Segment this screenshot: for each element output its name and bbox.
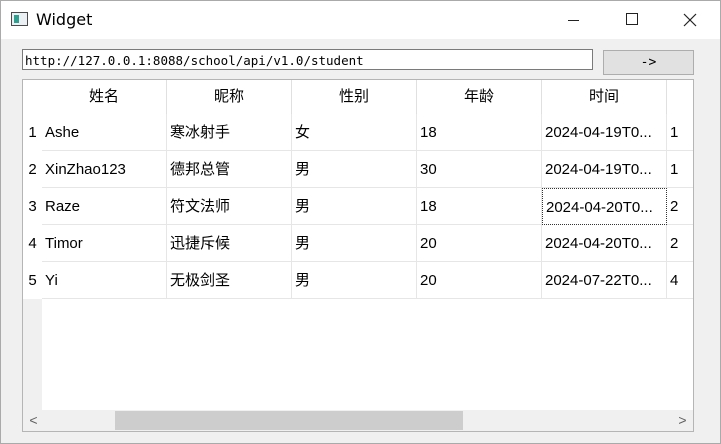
table-cell[interactable]: 2024-04-19T0... xyxy=(542,151,667,188)
table-cell[interactable]: 2024-04-20T0... xyxy=(542,225,667,262)
row-header[interactable]: 2 xyxy=(23,151,42,188)
column-header[interactable]: 性别 xyxy=(292,80,417,114)
table-cell[interactable]: 男 xyxy=(292,151,417,188)
table-cell[interactable]: 寒冰射手 xyxy=(167,114,292,151)
table-cell[interactable]: Raze xyxy=(42,188,167,225)
table-cell[interactable]: 符文法师 xyxy=(167,188,292,225)
table-cell[interactable]: 2 xyxy=(667,188,693,225)
table-cell[interactable]: 4 xyxy=(667,262,693,299)
scrollbar-thumb[interactable] xyxy=(115,411,463,430)
table-corner-button[interactable] xyxy=(23,80,42,114)
row-header[interactable]: 5 xyxy=(23,262,42,299)
horizontal-scrollbar[interactable]: < > xyxy=(23,410,693,431)
title-bar[interactable]: Widget xyxy=(1,1,720,39)
table-cell[interactable]: 无极剑圣 xyxy=(167,262,292,299)
window-title: Widget xyxy=(36,10,93,29)
column-header[interactable]: 年龄 xyxy=(417,80,542,114)
app-window: Widget -> 姓名昵称性别年龄时间 1Ashe寒冰射手女182024-04… xyxy=(0,0,721,444)
scroll-left-icon[interactable]: < xyxy=(23,410,44,431)
column-header[interactable]: 姓名 xyxy=(42,80,167,114)
column-header[interactable]: 昵称 xyxy=(167,80,292,114)
row-header[interactable]: 1 xyxy=(23,114,42,151)
student-table[interactable]: 姓名 昵称 性别 年龄 时间 1 Ashe 寒冰射手女 18 2024-04-19T0... 1 2… xyxy=(22,79,694,432)
app-icon xyxy=(11,12,28,26)
table-cell[interactable]: 男 xyxy=(292,262,417,299)
table-cell[interactable]: XinZhao123 xyxy=(42,151,167,188)
table-cell[interactable]: 2 xyxy=(667,225,693,262)
table-cell[interactable]: 30 xyxy=(417,151,542,188)
close-button[interactable] xyxy=(661,1,719,39)
table-cell[interactable]: 1 xyxy=(667,114,693,151)
table-cell[interactable]: Yi xyxy=(42,262,167,299)
table-cell[interactable]: 迅捷斥候 xyxy=(167,225,292,262)
table-cell[interactable]: 18 xyxy=(417,188,542,225)
url-input[interactable] xyxy=(22,49,593,70)
table-cell[interactable]: 20 xyxy=(417,225,542,262)
go-button[interactable]: -> xyxy=(603,50,694,75)
table-cell[interactable]: 2024-07-22T0... xyxy=(542,262,667,299)
table-cell[interactable]: 德邦总管 xyxy=(167,151,292,188)
table-cell[interactable]: Ashe xyxy=(42,114,167,151)
table-cell[interactable]: 男 xyxy=(292,188,417,225)
table-cell[interactable]: 男 xyxy=(292,225,417,262)
table-cell[interactable]: 1 xyxy=(667,151,693,188)
table-cell[interactable]: 2024-04-19T0... xyxy=(542,114,667,151)
column-header[interactable] xyxy=(667,80,693,114)
table-cell[interactable]: 18 xyxy=(417,114,542,151)
table-cell[interactable]: 女 xyxy=(292,114,417,151)
column-header[interactable]: 时间 xyxy=(542,80,667,114)
table-cell[interactable]: 20 xyxy=(417,262,542,299)
maximize-button[interactable] xyxy=(603,1,661,39)
table-cell[interactable]: 2024-04-20T0... xyxy=(542,188,667,225)
horizontal-header: 姓名 昵称 性别 年龄 时间 xyxy=(42,80,693,114)
table-cell[interactable]: Timor xyxy=(42,225,167,262)
row-header[interactable]: 4 xyxy=(23,225,42,262)
scroll-right-icon[interactable]: > xyxy=(672,410,693,431)
row-header[interactable]: 3 xyxy=(23,188,42,225)
close-icon xyxy=(683,13,697,27)
minimize-button[interactable] xyxy=(545,1,603,39)
